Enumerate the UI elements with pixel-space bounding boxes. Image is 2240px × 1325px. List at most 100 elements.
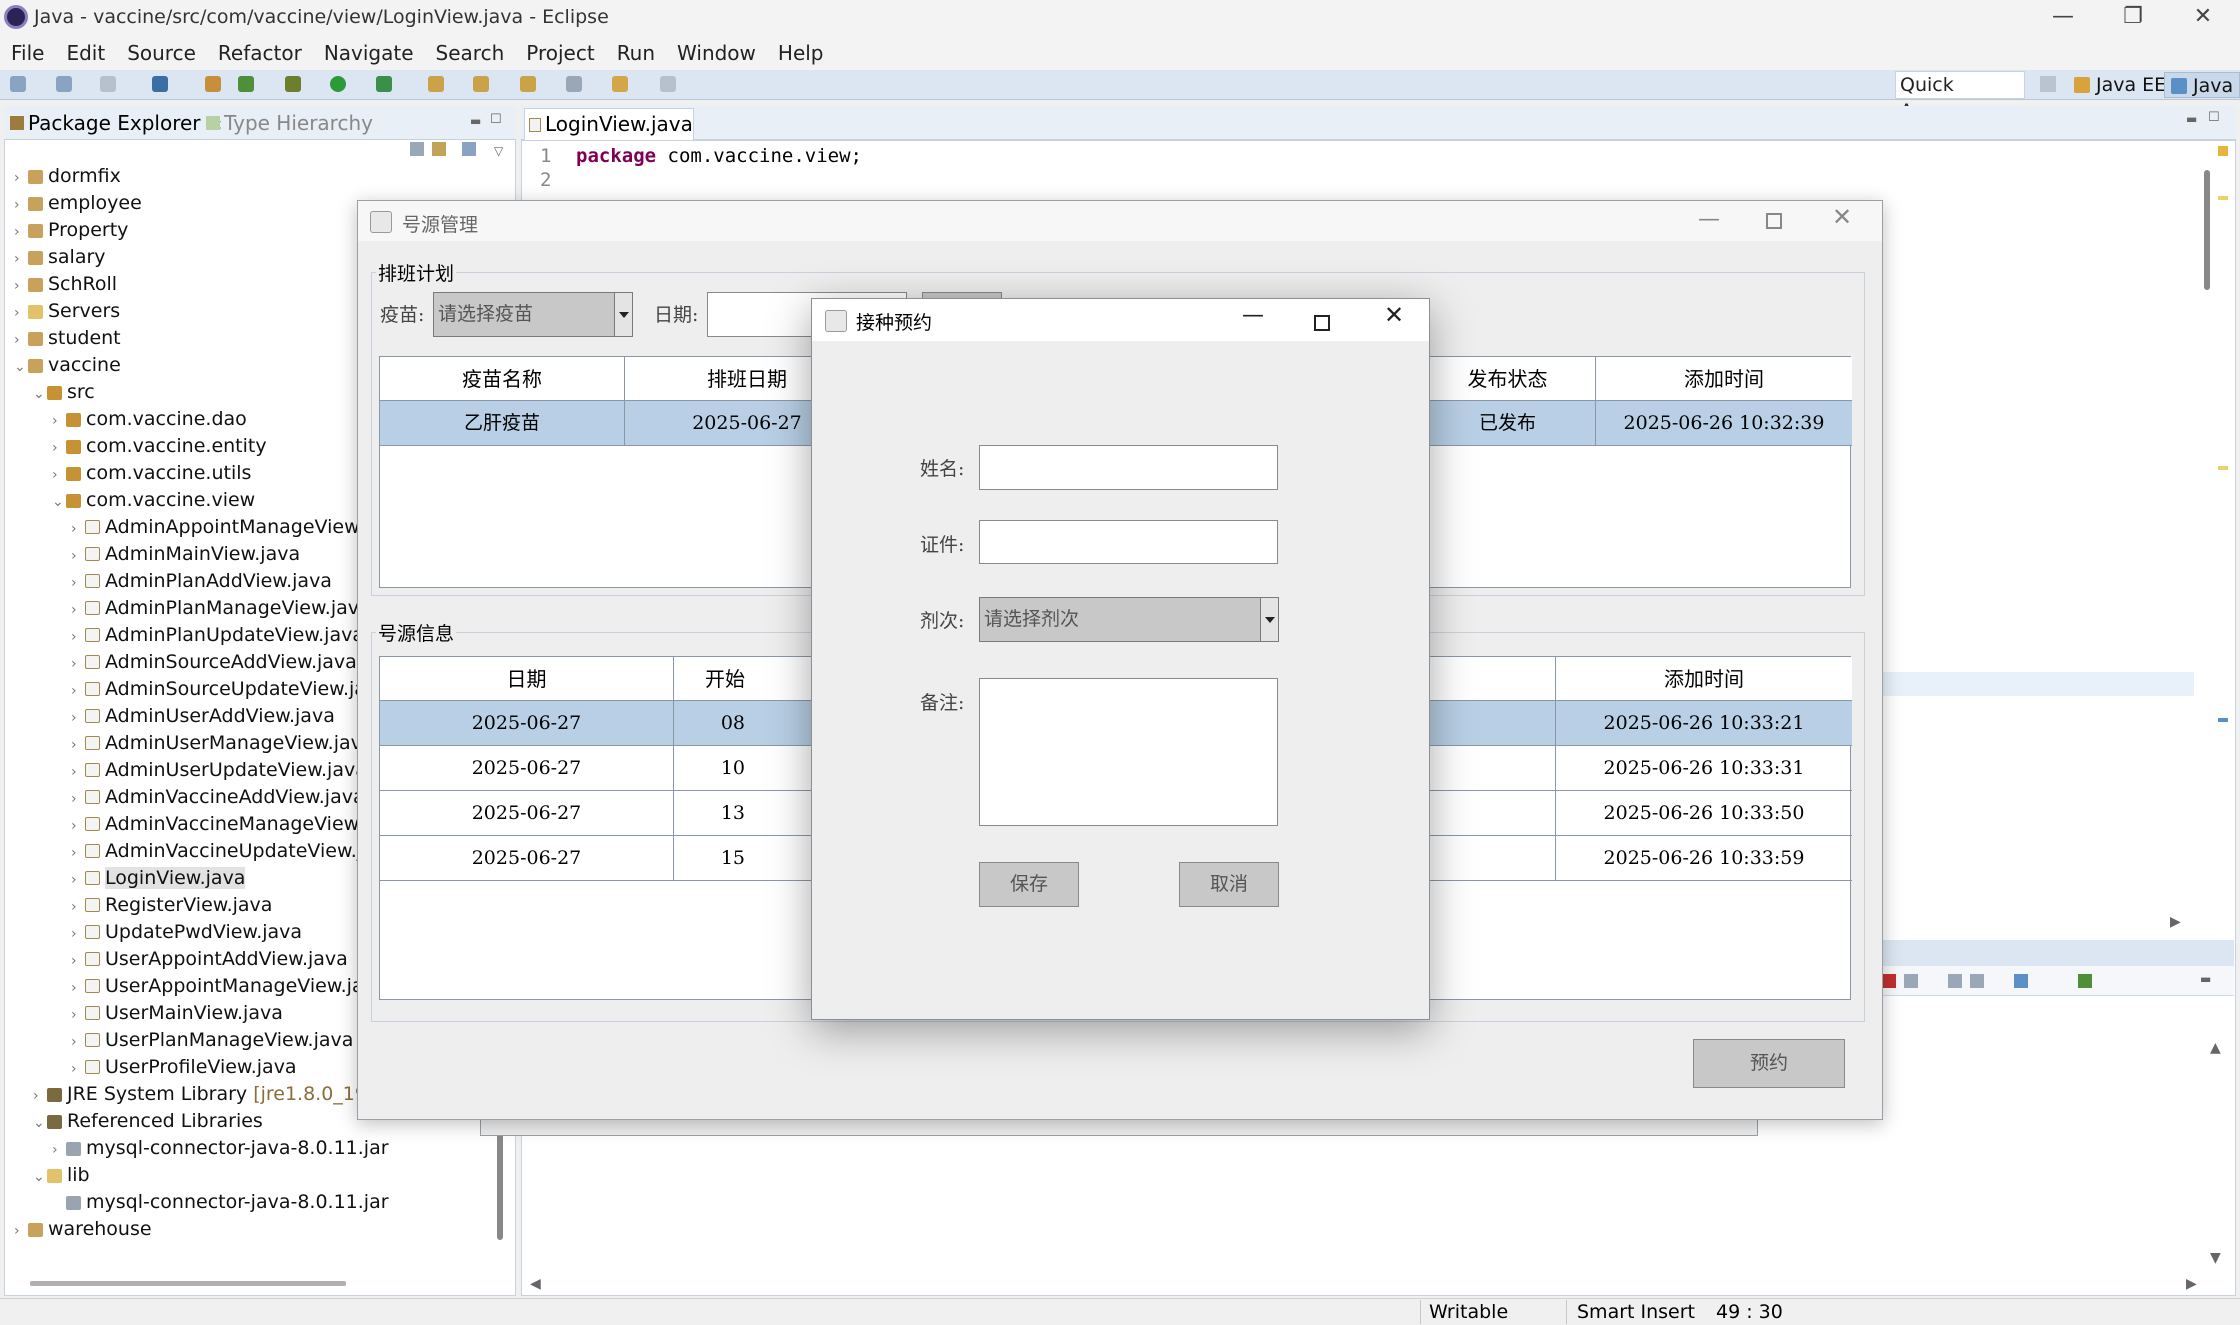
tree-item[interactable]: ›java-file-icon AdminSourceAddView.java bbox=[71, 649, 357, 676]
open-icon[interactable] bbox=[56, 76, 72, 92]
tree-item[interactable]: ›java-file-icon AdminPlanManageView.java bbox=[71, 595, 371, 622]
chevron-right-icon[interactable]: › bbox=[71, 786, 85, 813]
perspective-javaee[interactable]: Java EE bbox=[2068, 72, 2172, 98]
view-menu-icon[interactable]: ▽ bbox=[494, 144, 503, 158]
tree-item[interactable]: jar-icon mysql-connector-java-8.0.11.jar bbox=[52, 1189, 389, 1216]
chevron-down-icon[interactable]: ⌄ bbox=[33, 1164, 47, 1191]
plan-cell[interactable]: 2025-06-26 10:32:39 bbox=[1596, 401, 1852, 446]
open-console-icon[interactable] bbox=[2078, 974, 2092, 988]
clear-console-icon[interactable] bbox=[1948, 974, 1962, 988]
source-cell[interactable]: 2025-06-27 bbox=[380, 836, 674, 881]
chevron-right-icon[interactable]: › bbox=[71, 948, 85, 975]
close-icon[interactable]: ✕ bbox=[1832, 203, 1852, 231]
chevron-down-icon[interactable]: ⌄ bbox=[52, 489, 66, 516]
tab-type-hierarchy[interactable]: Type Hierarchy bbox=[202, 108, 373, 138]
terminal-icon[interactable] bbox=[152, 76, 168, 92]
cancel-button[interactable]: 取消 bbox=[1179, 862, 1279, 907]
tree-item[interactable]: ⌄project-icon vaccine bbox=[14, 352, 121, 379]
tree-item[interactable]: ›package-icon com.vaccine.dao bbox=[52, 406, 247, 433]
tree-item[interactable]: ›java-file-icon AdminSourceUpdateView.jav… bbox=[71, 676, 389, 703]
tab-package-explorer[interactable]: Package Explorer ✕ bbox=[6, 108, 223, 138]
chevron-right-icon[interactable]: › bbox=[71, 678, 85, 705]
chevron-right-icon[interactable]: › bbox=[14, 165, 28, 192]
chevron-right-icon[interactable]: › bbox=[71, 705, 85, 732]
tree-item[interactable]: ›java-file-icon UpdatePwdView.java bbox=[71, 919, 302, 946]
open-perspective-icon[interactable] bbox=[2040, 76, 2056, 92]
new-icon[interactable] bbox=[10, 76, 26, 92]
source-header-added[interactable]: 添加时间 bbox=[1556, 657, 1852, 701]
console-minimize-icon[interactable]: ▬ bbox=[2200, 972, 2211, 986]
plan-cell[interactable]: 已发布 bbox=[1420, 401, 1596, 446]
minimize-icon[interactable]: — bbox=[2028, 0, 2098, 36]
source-cell[interactable]: 2025-06-26 10:33:59 bbox=[1556, 836, 1852, 881]
tree-item[interactable]: ›project-icon SchRoll bbox=[14, 271, 117, 298]
annotation-icon[interactable] bbox=[566, 76, 582, 92]
chevron-right-icon[interactable]: › bbox=[52, 435, 66, 462]
chevron-right-icon[interactable]: › bbox=[14, 1218, 28, 1245]
debug-icon[interactable] bbox=[285, 76, 301, 92]
perspective-java[interactable]: Java bbox=[2164, 72, 2240, 98]
menu-search[interactable]: Search bbox=[425, 36, 516, 70]
chevron-right-icon[interactable]: › bbox=[71, 975, 85, 1002]
tree-item[interactable]: ⌄library-icon Referenced Libraries bbox=[33, 1108, 263, 1135]
maximize-icon[interactable] bbox=[1766, 213, 1782, 229]
tree-item[interactable]: ›java-file-icon UserAppointAddView.java bbox=[71, 946, 348, 973]
tree-item[interactable]: ⌄folder-icon lib bbox=[33, 1162, 90, 1189]
maximize-icon[interactable] bbox=[1314, 315, 1330, 331]
close-icon[interactable]: ✕ bbox=[2168, 0, 2238, 36]
editor-minimize-icon[interactable]: ▬ bbox=[2186, 112, 2197, 126]
plan-header-vaccine[interactable]: 疫苗名称 bbox=[380, 357, 625, 401]
name-input[interactable] bbox=[979, 445, 1278, 490]
chevron-right-icon[interactable]: › bbox=[14, 300, 28, 327]
menu-help[interactable]: Help bbox=[767, 36, 835, 70]
scroll-right-icon[interactable]: ▶ bbox=[2186, 1276, 2197, 1292]
editor-maximize-icon[interactable]: ☐ bbox=[2208, 110, 2220, 125]
tree-item[interactable]: ›java-file-icon AdminAppointManageView.ja bbox=[71, 514, 381, 541]
pin-console-icon[interactable] bbox=[2014, 974, 2028, 988]
chevron-right-icon[interactable]: › bbox=[71, 1029, 85, 1056]
restore-icon[interactable]: ❐ bbox=[2098, 0, 2168, 36]
close-icon[interactable]: ✕ bbox=[1384, 301, 1404, 329]
source-cell[interactable]: 2025-06-26 10:33:50 bbox=[1556, 791, 1852, 836]
scroll-left-icon[interactable]: ◀ bbox=[530, 1276, 541, 1292]
forward-icon[interactable] bbox=[660, 76, 676, 92]
chevron-down-icon[interactable]: ⌄ bbox=[14, 354, 28, 381]
tree-item[interactable]: ›project-icon warehouse bbox=[14, 1216, 152, 1243]
scroll-right-icon[interactable]: ▶ bbox=[2170, 914, 2181, 930]
chevron-down-icon[interactable]: ⌄ bbox=[33, 1110, 47, 1137]
menu-project[interactable]: Project bbox=[515, 36, 605, 70]
tree-item[interactable]: ›project-icon employee bbox=[14, 190, 142, 217]
source-cell[interactable]: 2025-06-26 10:33:21 bbox=[1556, 701, 1852, 746]
external-tools-icon[interactable] bbox=[376, 76, 392, 92]
tree-item[interactable]: ›package-icon com.vaccine.entity bbox=[52, 433, 267, 460]
menu-edit[interactable]: Edit bbox=[55, 36, 116, 70]
tree-item[interactable]: ›java-file-icon AdminVaccineAddView.java bbox=[71, 784, 365, 811]
save-button[interactable]: 保存 bbox=[979, 862, 1079, 907]
minimize-icon[interactable]: — bbox=[1242, 303, 1264, 328]
tree-item[interactable]: ›java-file-icon RegisterView.java bbox=[71, 892, 272, 919]
tree-item[interactable]: ›project-icon Property bbox=[14, 217, 128, 244]
tree-item[interactable]: ›jar-icon mysql-connector-java-8.0.11.jar bbox=[52, 1135, 389, 1162]
chevron-right-icon[interactable]: › bbox=[71, 543, 85, 570]
chevron-right-icon[interactable]: › bbox=[52, 462, 66, 489]
vaccine-combo[interactable]: 请选择疫苗 bbox=[433, 292, 633, 337]
tree-item[interactable]: ›java-file-icon AdminPlanUpdateView.java bbox=[71, 622, 364, 649]
new-class-icon[interactable] bbox=[428, 76, 444, 92]
book-button[interactable]: 预约 bbox=[1693, 1039, 1845, 1088]
save-icon[interactable] bbox=[100, 76, 116, 92]
dose-combo[interactable]: 请选择剂次 bbox=[979, 597, 1279, 642]
tree-item[interactable]: ›java-file-icon UserPlanManageView.java bbox=[71, 1027, 353, 1054]
tree-item[interactable]: ›package-icon com.vaccine.utils bbox=[52, 460, 251, 487]
tree-item[interactable]: ›java-file-icon AdminUserAddView.java bbox=[71, 703, 335, 730]
tree-item[interactable]: ›java-file-icon AdminUserUpdateView.java bbox=[71, 757, 367, 784]
chevron-down-icon[interactable]: ⌄ bbox=[33, 381, 47, 408]
tree-item[interactable]: ›library-iconJRE System Library[jre1.8.0… bbox=[33, 1081, 386, 1108]
source-header-date[interactable]: 日期 bbox=[380, 657, 674, 701]
view-maximize-icon[interactable]: ☐ bbox=[490, 112, 502, 127]
chevron-right-icon[interactable]: › bbox=[14, 273, 28, 300]
run-icon[interactable] bbox=[330, 76, 346, 92]
link-editor-icon[interactable] bbox=[432, 142, 446, 156]
quick-access-input[interactable]: Quick Access bbox=[1895, 71, 2025, 122]
tab-loginview-java[interactable]: LoginView.java ✕ bbox=[524, 108, 694, 165]
chevron-right-icon[interactable]: › bbox=[71, 516, 85, 543]
